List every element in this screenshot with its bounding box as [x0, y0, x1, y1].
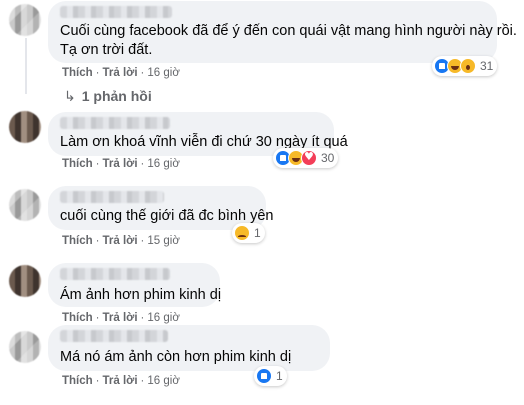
- timestamp-link[interactable]: 16 giờ: [147, 375, 179, 387]
- reaction-count: 31: [480, 59, 494, 73]
- comment-bubble: Má nó ám ảnh còn hơn phim kinh dị: [48, 325, 330, 371]
- like-link[interactable]: Thích: [62, 158, 93, 170]
- commenter-name-redacted[interactable]: [60, 268, 170, 280]
- reaction-count: 1: [254, 226, 261, 240]
- avatar[interactable]: [9, 4, 41, 36]
- timestamp-link[interactable]: 16 giờ: [147, 312, 179, 324]
- comment-actions: Thích · Trả lời · 16 giờ: [62, 158, 180, 170]
- separator: ·: [95, 158, 100, 170]
- avatar[interactable]: [9, 331, 41, 363]
- reaction-summary[interactable]: 1: [254, 366, 287, 386]
- reaction-count: 30: [321, 151, 335, 165]
- reaction-summary[interactable]: 1: [232, 223, 265, 243]
- like-link[interactable]: Thích: [62, 312, 93, 324]
- thread-line: [25, 38, 27, 94]
- commenter-name-redacted[interactable]: [60, 191, 164, 203]
- comment-bubble: Cuối cùng facebook đã để ý đến con quái …: [48, 1, 517, 63]
- comment-actions: Thích · Trả lời · 15 giờ: [62, 235, 180, 247]
- like-reaction-icon: [256, 368, 272, 384]
- love-reaction-icon: [301, 150, 317, 166]
- like-link[interactable]: Thích: [62, 375, 93, 387]
- like-link[interactable]: Thích: [62, 235, 93, 247]
- comment-bubble: cuối cùng thế giới đã đc bình yên: [48, 186, 273, 230]
- separator: ·: [140, 235, 145, 247]
- separator: ·: [95, 235, 100, 247]
- timestamp-link[interactable]: 16 giờ: [147, 158, 179, 170]
- like-link[interactable]: Thích: [62, 67, 93, 79]
- comment-actions: Thích · Trả lời · 16 giờ: [62, 375, 180, 387]
- reply-link[interactable]: Trả lời: [103, 312, 138, 324]
- comment-actions: Thích · Trả lời · 16 giờ: [62, 312, 180, 324]
- reply-arrow-icon: ↳: [64, 89, 76, 105]
- timestamp-link[interactable]: 15 giờ: [147, 235, 179, 247]
- commenter-name-redacted[interactable]: [60, 330, 168, 342]
- comment-text-line: Má nó ám ảnh còn hơn phim kinh dị: [60, 349, 292, 365]
- comment-text-line: Ám ảnh hơn phim kinh dị: [60, 287, 222, 303]
- separator: ·: [140, 312, 145, 324]
- reaction-summary[interactable]: 30: [273, 148, 339, 168]
- reply-link[interactable]: Trả lời: [103, 375, 138, 387]
- reply-link[interactable]: Trả lời: [103, 67, 138, 79]
- reply-link[interactable]: Trả lời: [103, 158, 138, 170]
- avatar[interactable]: [9, 189, 41, 221]
- reply-link[interactable]: Trả lời: [103, 235, 138, 247]
- reaction-count: 1: [276, 369, 283, 383]
- separator: ·: [140, 67, 145, 79]
- view-replies-link[interactable]: ↳ 1 phản hồi: [64, 88, 152, 105]
- separator: ·: [95, 375, 100, 387]
- separator: ·: [95, 67, 100, 79]
- avatar[interactable]: [9, 265, 41, 297]
- comment-actions: Thích · Trả lời · 16 giờ: [62, 67, 180, 79]
- separator: ·: [140, 375, 145, 387]
- comment-text-line: Tạ ơn trời đất.: [60, 42, 153, 58]
- wow-reaction-icon: [460, 58, 476, 74]
- comment-bubble: Ám ảnh hơn phim kinh dị: [48, 263, 222, 307]
- view-replies-label: 1 phản hồi: [81, 88, 152, 104]
- avatar[interactable]: [9, 111, 41, 143]
- commenter-name-redacted[interactable]: [60, 6, 172, 18]
- separator: ·: [140, 158, 145, 170]
- timestamp-link[interactable]: 16 giờ: [147, 67, 179, 79]
- separator: ·: [95, 312, 100, 324]
- reaction-summary[interactable]: 31: [432, 56, 498, 76]
- commenter-name-redacted[interactable]: [60, 117, 170, 129]
- sad-reaction-icon: [234, 225, 250, 241]
- comment-text-line: Cuối cùng facebook đã để ý đến con quái …: [60, 23, 517, 39]
